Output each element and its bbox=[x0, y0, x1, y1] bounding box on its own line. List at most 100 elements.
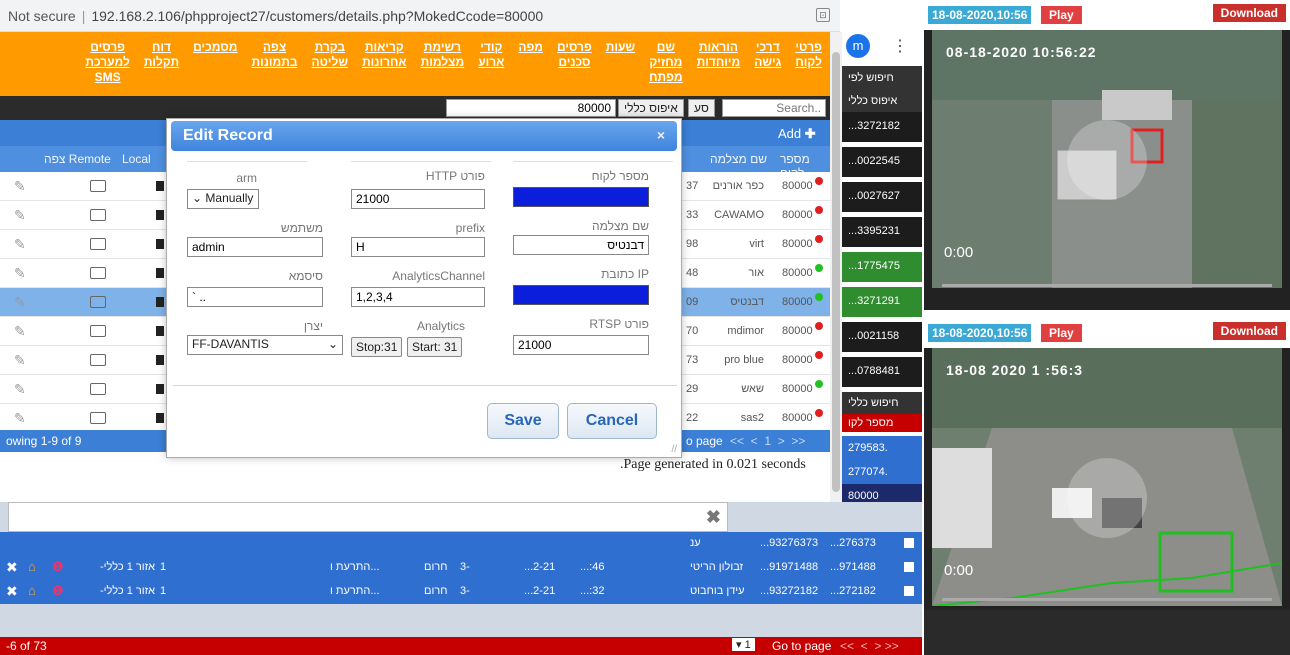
edit-icon[interactable]: ✎ bbox=[14, 236, 30, 252]
rt-value[interactable]: ...0027627 bbox=[842, 182, 922, 212]
col-camera-name[interactable]: שם מצלמה bbox=[710, 152, 767, 166]
nav-item[interactable]: קריאות אחרונות bbox=[362, 40, 407, 96]
browser-address-bar[interactable]: Not secure | 192.168.2.106/phpproject27/… bbox=[0, 0, 840, 32]
row-checkbox[interactable] bbox=[904, 562, 914, 572]
camera-icon[interactable] bbox=[90, 354, 106, 366]
camera-icon[interactable] bbox=[90, 238, 106, 250]
translate-icon[interactable]: ⊡ bbox=[816, 8, 830, 22]
info-icon[interactable]: ❶ bbox=[52, 559, 64, 575]
cancel-button[interactable]: Cancel bbox=[567, 403, 657, 439]
nav-item[interactable]: פרסים למערכת SMS bbox=[85, 40, 129, 96]
tools-icon[interactable]: ✖ bbox=[6, 559, 18, 576]
rt-value[interactable]: 279583. bbox=[842, 436, 922, 460]
analytics-stop-button[interactable]: Stop:31 bbox=[351, 337, 403, 357]
customer-search-input[interactable] bbox=[446, 99, 616, 117]
scrollbar-thumb[interactable] bbox=[832, 52, 840, 492]
profile-avatar[interactable]: m bbox=[846, 34, 870, 58]
http-port-input[interactable] bbox=[351, 189, 485, 209]
menu-dots-icon[interactable]: ⋮ bbox=[892, 36, 908, 56]
go-button[interactable]: סע bbox=[688, 99, 715, 117]
camera-icon[interactable] bbox=[90, 267, 106, 279]
col-local[interactable]: Local bbox=[122, 152, 151, 166]
rt-value[interactable]: 277074. bbox=[842, 460, 922, 484]
nav-item[interactable]: הוראות מיוחדות bbox=[697, 40, 741, 96]
analytics-channel-input[interactable] bbox=[351, 287, 485, 307]
download-button[interactable]: Download bbox=[1212, 322, 1286, 340]
frame-scrollbar[interactable] bbox=[830, 32, 842, 502]
add-button[interactable]: Add ✚ bbox=[778, 126, 816, 142]
nav-item[interactable]: מפה bbox=[518, 40, 543, 96]
search-input[interactable] bbox=[722, 99, 826, 117]
rtsp-port-input[interactable] bbox=[513, 335, 649, 355]
modal-title-bar[interactable]: Edit Record × bbox=[171, 121, 677, 151]
nav-item[interactable]: שם מחזיק מפתח bbox=[649, 40, 683, 96]
video-frame[interactable]: 18-08 2020 1 :56:3 0:00 bbox=[932, 348, 1282, 606]
arm-select[interactable]: ⌄ Manually bbox=[187, 189, 259, 209]
rt-value[interactable]: ...1775475 bbox=[842, 252, 922, 282]
nav-item[interactable]: קודי ארוע bbox=[478, 40, 504, 96]
analytics-start-button[interactable]: Start: 31 bbox=[407, 337, 463, 357]
camera-icon[interactable] bbox=[90, 412, 106, 424]
rt-search2[interactable]: חיפוש כללי bbox=[842, 392, 922, 414]
close-icon[interactable]: × bbox=[657, 127, 665, 143]
prefix-input[interactable] bbox=[351, 237, 485, 257]
rt-search-header[interactable]: חיפוש לפי bbox=[842, 66, 922, 90]
nav-item[interactable]: שעות bbox=[606, 40, 635, 96]
rt-value[interactable]: ...0021158 bbox=[842, 322, 922, 352]
resize-handle-icon[interactable]: // bbox=[671, 444, 677, 455]
video-frame[interactable]: 08-18-2020 10:56:22 0:00 bbox=[932, 30, 1282, 288]
video-progress[interactable] bbox=[942, 284, 1272, 287]
nav-item[interactable]: מסמכים bbox=[193, 40, 237, 96]
user-input[interactable] bbox=[187, 237, 323, 257]
page-select[interactable]: ▾ 1 bbox=[732, 638, 755, 651]
rt-value[interactable]: ...3272182 bbox=[842, 112, 922, 142]
rt-value[interactable]: ...0788481 bbox=[842, 357, 922, 387]
col-remote[interactable]: צפה Remote bbox=[44, 152, 111, 166]
camera-icon[interactable] bbox=[90, 209, 106, 221]
edit-icon[interactable]: ✎ bbox=[14, 323, 30, 339]
home-icon[interactable]: ⌂ bbox=[28, 583, 36, 598]
rt-reset-header[interactable]: איפוס כללי bbox=[842, 90, 922, 112]
save-button[interactable]: Save bbox=[487, 403, 559, 439]
password-input[interactable] bbox=[187, 287, 323, 307]
play-button[interactable]: Play bbox=[1041, 6, 1082, 24]
camera-icon[interactable] bbox=[90, 296, 106, 308]
home-icon[interactable]: ⌂ bbox=[28, 559, 36, 574]
table-row[interactable]: ...272182 ...93272182 עידן בוחבוט ...:32...… bbox=[0, 580, 922, 604]
customer-no-input[interactable] bbox=[513, 187, 649, 207]
nav-item[interactable]: פרסים סכנים bbox=[557, 40, 592, 96]
nav-item[interactable]: צפה בתמונות bbox=[252, 40, 298, 96]
grid-pager[interactable]: << < 1 > >> bbox=[730, 434, 805, 448]
nav-item[interactable]: רשימת מצלמות bbox=[421, 40, 465, 96]
row-checkbox[interactable] bbox=[904, 538, 914, 548]
nav-item[interactable]: דוח תקלות bbox=[144, 40, 179, 96]
edit-icon[interactable]: ✎ bbox=[14, 178, 30, 194]
rt-value[interactable]: ...3271291 bbox=[842, 287, 922, 317]
video-progress[interactable] bbox=[942, 598, 1272, 601]
edit-icon[interactable]: ✎ bbox=[14, 294, 30, 310]
camera-icon[interactable] bbox=[90, 383, 106, 395]
rt-value[interactable]: ...0022545 bbox=[842, 147, 922, 177]
edit-icon[interactable]: ✎ bbox=[14, 352, 30, 368]
tools-icon[interactable]: ✖ bbox=[6, 583, 18, 600]
ip-input[interactable] bbox=[513, 285, 649, 305]
edit-icon[interactable]: ✎ bbox=[14, 207, 30, 223]
download-button[interactable]: Download bbox=[1212, 4, 1286, 22]
camera-icon[interactable] bbox=[90, 325, 106, 337]
table-row[interactable]: ...276373 ...93276373 ענ bbox=[0, 532, 922, 556]
reset-button[interactable]: איפוס כללי bbox=[618, 99, 684, 117]
play-button[interactable]: Play bbox=[1041, 324, 1082, 342]
manufacturer-select[interactable]: FF-DAVANTIS ⌄ bbox=[187, 335, 343, 355]
edit-icon[interactable]: ✎ bbox=[14, 410, 30, 426]
table-row[interactable]: ...971488 ...91971488 זבולון הריטי ...:46..… bbox=[0, 556, 922, 580]
bottom-pager[interactable]: << < > >> bbox=[840, 639, 899, 653]
close-icon[interactable]: ✖ bbox=[706, 507, 721, 528]
camera-name-input[interactable] bbox=[513, 235, 649, 255]
edit-icon[interactable]: ✎ bbox=[14, 381, 30, 397]
url-text[interactable]: 192.168.2.106/phpproject27/customers/det… bbox=[91, 8, 543, 24]
camera-icon[interactable] bbox=[90, 180, 106, 192]
edit-icon[interactable]: ✎ bbox=[14, 265, 30, 281]
nav-item[interactable]: פרטי לקוח bbox=[795, 40, 822, 96]
row-checkbox[interactable] bbox=[904, 586, 914, 596]
rt-value[interactable]: ...3395231 bbox=[842, 217, 922, 247]
